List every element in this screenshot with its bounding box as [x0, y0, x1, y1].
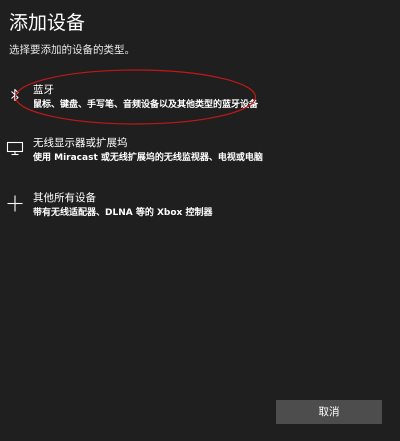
- option-everything-else[interactable]: 其他所有设备 带有无线适配器、DLNA 等的 Xbox 控制器: [0, 192, 400, 232]
- option-everything-else-description: 带有无线适配器、DLNA 等的 Xbox 控制器: [33, 208, 213, 218]
- option-wireless-display[interactable]: 无线显示器或扩展坞 使用 Miracast 或无线扩展坞的无线监视器、电视或电脑: [0, 137, 400, 177]
- option-everything-else-name: 其他所有设备: [33, 192, 96, 204]
- dialog-subtitle: 选择要添加的设备的类型。: [9, 44, 135, 56]
- option-bluetooth-name: 蓝牙: [33, 84, 54, 96]
- monitor-icon: [6, 139, 24, 157]
- cancel-button[interactable]: 取消: [276, 400, 382, 424]
- dialog-title: 添加设备: [9, 12, 86, 34]
- option-wireless-display-description: 使用 Miracast 或无线扩展坞的无线监视器、电视或电脑: [33, 153, 263, 163]
- add-device-dialog: 添加设备 选择要添加的设备的类型。 蓝牙 鼠标、键盘、手写笔、音频设备以及其他类…: [0, 0, 400, 441]
- option-bluetooth[interactable]: 蓝牙 鼠标、键盘、手写笔、音频设备以及其他类型的蓝牙设备: [0, 84, 400, 124]
- bluetooth-icon: [6, 86, 24, 104]
- option-wireless-display-name: 无线显示器或扩展坞: [33, 137, 128, 149]
- option-bluetooth-description: 鼠标、键盘、手写笔、音频设备以及其他类型的蓝牙设备: [33, 100, 259, 110]
- plus-icon: [6, 194, 24, 212]
